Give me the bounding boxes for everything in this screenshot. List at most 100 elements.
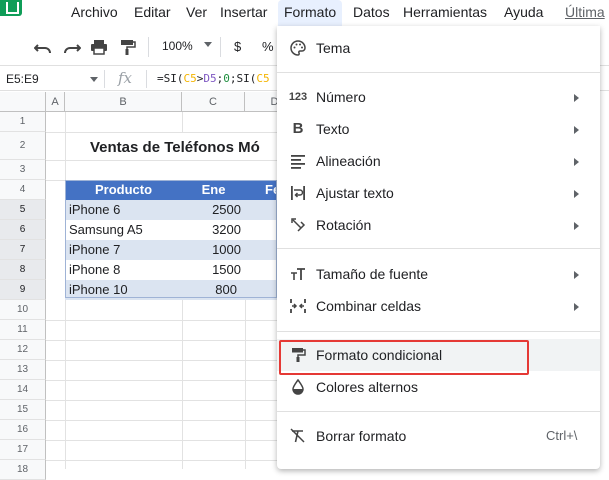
menu-datos[interactable]: Datos	[353, 4, 390, 20]
clear-format-icon	[290, 428, 306, 444]
last-edit-link[interactable]: Última	[565, 4, 605, 20]
table-cell-product[interactable]: Samsung A5	[65, 220, 182, 240]
row-header[interactable]: 4	[0, 180, 46, 200]
formula-ref-c5: C5	[183, 72, 197, 85]
row-header[interactable]: 13	[0, 360, 46, 380]
menu-item-combinar-celdas[interactable]: Combinar celdas	[277, 290, 600, 322]
print-icon[interactable]	[90, 39, 108, 55]
table-cell-ene[interactable]: 3200	[182, 220, 245, 240]
percent-format-button[interactable]: %	[262, 39, 274, 54]
chevron-down-icon	[204, 42, 212, 47]
menu-editar[interactable]: Editar	[134, 4, 171, 20]
toolbar-separator	[220, 37, 221, 57]
menu-item-colores-alternos[interactable]: Colores alternos	[277, 371, 600, 403]
menu-item-label: Número	[316, 89, 366, 105]
row-header[interactable]: 1	[0, 112, 46, 132]
table-cell-feb[interactable]	[245, 200, 277, 220]
gridline	[46, 400, 277, 401]
menu-item-borrar-formato[interactable]: Borrar formato Ctrl+\	[277, 420, 600, 452]
chevron-right-icon	[574, 271, 579, 279]
table-cell-feb[interactable]	[245, 240, 277, 260]
formula-sep2: ;SI(	[229, 72, 257, 85]
row-header[interactable]: 3	[0, 160, 46, 180]
select-all-corner[interactable]	[0, 92, 46, 112]
chevron-right-icon	[574, 190, 579, 198]
chevron-right-icon	[574, 158, 579, 166]
menu-item-tema[interactable]: Tema	[277, 32, 600, 64]
menu-item-label: Formato condicional	[316, 347, 443, 363]
row-header[interactable]: 15	[0, 400, 46, 420]
column-header-c[interactable]: C	[182, 92, 245, 112]
menu-item-ajustar-texto[interactable]: Ajustar texto	[277, 177, 600, 209]
menu-insertar[interactable]: Insertar	[220, 4, 267, 20]
table-header-feb[interactable]: Fe	[245, 180, 277, 200]
row-header[interactable]: 10	[0, 300, 46, 320]
menu-item-formato-condicional[interactable]: Formato condicional	[277, 339, 600, 371]
row-header[interactable]: 8	[0, 260, 46, 280]
menu-divider	[277, 72, 600, 73]
chevron-right-icon	[574, 303, 579, 311]
redo-icon[interactable]	[63, 39, 81, 55]
table-cell-ene[interactable]: 1500	[182, 260, 245, 280]
table-cell-product[interactable]: iPhone 10	[65, 280, 182, 300]
table-cell-product[interactable]: iPhone 6	[65, 200, 182, 220]
row-header[interactable]: 9	[0, 280, 46, 300]
table-cell-product[interactable]: iPhone 8	[65, 260, 182, 280]
menu-item-texto[interactable]: B Texto	[277, 113, 600, 145]
bold-icon: B	[292, 120, 304, 137]
currency-format-button[interactable]: $	[234, 39, 241, 54]
row-header[interactable]: 14	[0, 380, 46, 400]
table-cell-ene[interactable]: 800	[182, 280, 245, 300]
sheets-logo-icon[interactable]	[0, 0, 22, 16]
table-cell-ene[interactable]: 2500	[182, 200, 245, 220]
zoom-select[interactable]: 100%	[162, 39, 193, 53]
menu-item-label: Rotación	[316, 217, 372, 233]
menu-item-label: Ajustar texto	[316, 185, 394, 201]
sheet-title[interactable]: Ventas de Teléfonos Mó	[90, 139, 260, 156]
menu-ayuda[interactable]: Ayuda	[504, 4, 543, 20]
menu-archivo[interactable]: Archivo	[71, 4, 118, 20]
undo-icon[interactable]	[34, 39, 52, 55]
paint-roller-icon	[290, 347, 306, 363]
merge-icon	[290, 298, 306, 314]
formula-zero: 0	[223, 72, 230, 85]
menu-item-label: Texto	[316, 121, 350, 137]
paint-format-icon[interactable]	[118, 39, 136, 55]
table-header-ene[interactable]: Ene	[182, 180, 245, 200]
table-header-producto[interactable]: Producto	[65, 180, 182, 200]
column-header-a[interactable]: A	[46, 92, 65, 112]
table-cell-feb[interactable]	[245, 280, 277, 300]
menu-item-alineacion[interactable]: Alineación	[277, 145, 600, 177]
menu-item-rotacion[interactable]: Rotación	[277, 209, 600, 241]
menu-herramientas[interactable]: Herramientas	[403, 4, 487, 20]
font-size-icon	[290, 266, 306, 282]
row-header[interactable]: 6	[0, 220, 46, 240]
row-header[interactable]: 16	[0, 420, 46, 440]
menu-formato[interactable]: Formato	[278, 0, 343, 26]
menu-item-label: Tamaño de fuente	[316, 266, 429, 282]
menu-item-shortcut: Ctrl+\	[546, 428, 578, 443]
fx-icon: fx	[118, 69, 133, 87]
palette-icon	[290, 40, 306, 56]
row-header[interactable]: 11	[0, 320, 46, 340]
gridline	[46, 160, 277, 161]
table-cell-ene[interactable]: 1000	[182, 240, 245, 260]
menu-item-numero[interactable]: 123 Número	[277, 81, 600, 113]
formula-separator	[104, 70, 105, 88]
row-header[interactable]: 7	[0, 240, 46, 260]
row-header[interactable]: 5	[0, 200, 46, 220]
name-box[interactable]: E5:E9	[6, 72, 39, 86]
column-header-b[interactable]: B	[65, 92, 182, 112]
chevron-down-icon	[90, 77, 98, 82]
menu-item-tamano-fuente[interactable]: Tamaño de fuente	[277, 258, 600, 290]
number-format-icon: 123	[288, 91, 308, 103]
menu-item-label: Combinar celdas	[316, 298, 422, 314]
row-header[interactable]: 12	[0, 340, 46, 360]
formula-input[interactable]: =SI(C5>D5;0;SI(C5	[157, 72, 270, 85]
gridline	[245, 300, 246, 469]
menu-ver[interactable]: Ver	[186, 4, 207, 20]
row-header[interactable]: 2	[0, 132, 46, 160]
row-header[interactable]: 17	[0, 440, 46, 460]
table-cell-product[interactable]: iPhone 7	[65, 240, 182, 260]
row-header[interactable]: 18	[0, 460, 46, 480]
